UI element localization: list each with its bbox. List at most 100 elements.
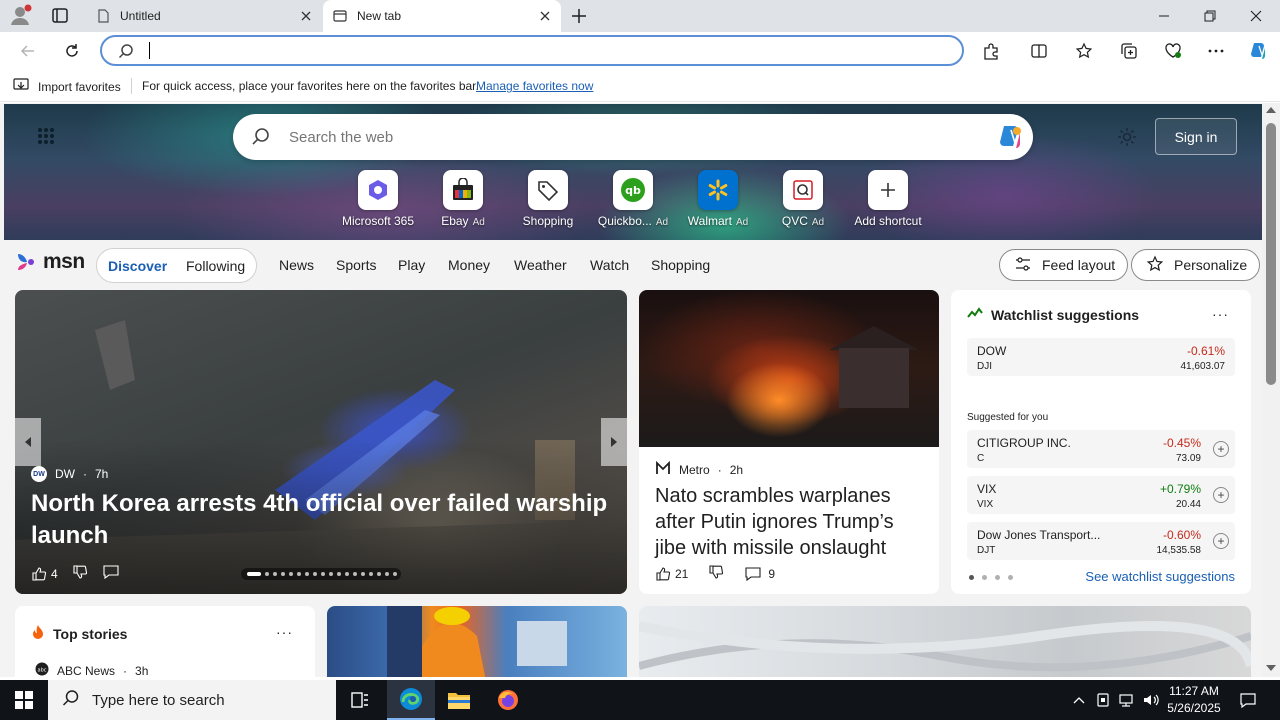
story-card-worker[interactable] — [327, 606, 627, 677]
carousel-dot[interactable] — [361, 572, 365, 576]
shortcut-shopping[interactable]: Shopping — [506, 170, 590, 230]
pager-dot[interactable] — [969, 575, 974, 580]
taskbar-search-box[interactable]: Type here to search — [48, 680, 336, 720]
restore-button[interactable] — [1187, 0, 1233, 32]
carousel-dot[interactable] — [273, 572, 277, 576]
scroll-thumb[interactable] — [1266, 123, 1276, 385]
pager-dot[interactable] — [995, 575, 1000, 580]
carousel-dot[interactable] — [313, 572, 317, 576]
add-to-watchlist-icon[interactable]: + — [1213, 487, 1229, 503]
comment-button[interactable] — [102, 564, 120, 583]
taskbar-edge[interactable] — [387, 680, 435, 720]
profile-icon[interactable] — [8, 4, 34, 28]
pager-dot[interactable] — [982, 575, 987, 580]
dislike-button[interactable] — [72, 564, 88, 583]
add-shortcut-button[interactable]: Add shortcut — [846, 170, 930, 230]
pager-dot[interactable] — [1008, 575, 1013, 580]
address-input[interactable] — [154, 40, 944, 60]
sign-in-button[interactable]: Sign in — [1155, 118, 1237, 155]
dislike-button[interactable] — [708, 564, 724, 583]
carousel-dot[interactable] — [247, 572, 261, 576]
story-headline[interactable]: Nato scrambles warplanes after Putin ign… — [655, 483, 927, 561]
feed-layout-button[interactable]: Feed layout — [999, 249, 1129, 281]
watchlist-row-dow[interactable]: DOW DJI -0.61% 41,603.07 — [967, 338, 1235, 376]
story-card-fabric[interactable] — [639, 606, 1251, 677]
carousel-dot[interactable] — [305, 572, 309, 576]
like-button[interactable]: 4 — [31, 566, 58, 582]
story-headline[interactable]: North Korea arrests 4th official over fa… — [31, 488, 611, 552]
top-stories-more-button[interactable]: ··· — [276, 624, 293, 640]
web-search-box[interactable] — [233, 114, 1033, 160]
carousel-dot[interactable] — [265, 572, 269, 576]
notification-center-button[interactable] — [1230, 680, 1266, 720]
scroll-up-arrow-icon[interactable] — [1266, 107, 1276, 113]
nav-shopping[interactable]: Shopping — [651, 257, 710, 273]
carousel-dot[interactable] — [281, 572, 285, 576]
tab-actions-icon[interactable] — [48, 6, 72, 26]
scroll-down-arrow-icon[interactable] — [1266, 665, 1276, 671]
msn-logo[interactable]: msn — [15, 250, 85, 274]
shortcut-microsoft-365[interactable]: Microsoft 365 — [336, 170, 420, 230]
copilot-icon[interactable] — [1246, 39, 1270, 63]
manage-favorites-link[interactable]: Manage favorites now — [476, 79, 593, 93]
volume-icon[interactable] — [1140, 680, 1162, 720]
news-story-card[interactable]: Metro · 2h Nato scrambles warplanes afte… — [639, 290, 939, 594]
taskbar-clock[interactable]: 11:27 AM 5/26/2025 — [1166, 683, 1222, 717]
carousel-dot[interactable] — [385, 572, 389, 576]
nav-sports[interactable]: Sports — [336, 257, 376, 273]
split-screen-icon[interactable] — [1027, 39, 1051, 63]
nav-weather[interactable]: Weather — [514, 257, 567, 273]
back-button[interactable] — [16, 39, 40, 63]
start-button[interactable] — [0, 680, 48, 720]
carousel-dot[interactable] — [377, 572, 381, 576]
page-scrollbar[interactable] — [1262, 103, 1280, 677]
carousel-dot[interactable] — [353, 572, 357, 576]
close-window-button[interactable] — [1233, 0, 1279, 32]
shortcut-qvc[interactable]: QVC Ad — [761, 170, 845, 230]
carousel-dot[interactable] — [345, 572, 349, 576]
carousel-dot[interactable] — [297, 572, 301, 576]
import-favorites-button[interactable]: Import favorites — [12, 77, 121, 96]
task-view-button[interactable] — [336, 680, 384, 720]
apps-launcher-icon[interactable] — [36, 126, 56, 146]
new-tab-button[interactable] — [568, 5, 590, 27]
carousel-dot[interactable] — [329, 572, 333, 576]
settings-gear-icon[interactable] — [1116, 126, 1138, 148]
watchlist-row-citigroup[interactable]: CITIGROUP INC. C -0.45% 73.09 + — [967, 430, 1235, 468]
copilot-icon[interactable] — [995, 122, 1025, 152]
collections-icon[interactable] — [1117, 39, 1141, 63]
like-button[interactable]: 21 — [655, 566, 688, 582]
tray-device-icon[interactable] — [1092, 680, 1114, 720]
see-watchlist-link[interactable]: See watchlist suggestions — [1085, 569, 1235, 584]
browser-essentials-icon[interactable] — [1161, 39, 1185, 63]
favorites-icon[interactable] — [1072, 39, 1096, 63]
nav-watch[interactable]: Watch — [590, 257, 629, 273]
close-tab-icon[interactable] — [537, 8, 553, 24]
close-tab-icon[interactable] — [298, 8, 314, 24]
add-to-watchlist-icon[interactable]: + — [1213, 533, 1229, 549]
taskbar-firefox[interactable] — [484, 680, 532, 720]
taskbar-file-explorer[interactable] — [435, 680, 483, 720]
watchlist-more-button[interactable]: ··· — [1212, 306, 1229, 322]
personalize-button[interactable]: Personalize — [1131, 249, 1261, 281]
carousel-dot[interactable] — [369, 572, 373, 576]
carousel-dot[interactable] — [321, 572, 325, 576]
minimize-button[interactable] — [1141, 0, 1187, 32]
featured-story-card[interactable]: DW DW · 7h North Korea arrests 4th offic… — [15, 290, 627, 594]
tab-untitled[interactable]: Untitled — [86, 0, 322, 32]
nav-news[interactable]: News — [279, 257, 314, 273]
shortcut-ebay[interactable]: Ebay Ad — [421, 170, 505, 230]
carousel-prev-button[interactable] — [15, 418, 41, 466]
address-bar[interactable] — [100, 35, 964, 66]
show-hidden-icons-button[interactable] — [1068, 680, 1090, 720]
watchlist-row-vix[interactable]: VIX VIX +0.79% 20.44 + — [967, 476, 1235, 514]
web-search-input[interactable] — [289, 127, 949, 147]
tab-new-tab[interactable]: New tab — [323, 0, 561, 32]
comment-button[interactable]: 9 — [744, 566, 775, 582]
network-icon[interactable] — [1116, 680, 1138, 720]
carousel-next-button[interactable] — [601, 418, 627, 466]
carousel-dot[interactable] — [289, 572, 293, 576]
tab-following[interactable]: Following — [186, 258, 245, 274]
watchlist-row-djt[interactable]: Dow Jones Transport... DJT -0.60% 14,535… — [967, 522, 1235, 560]
nav-play[interactable]: Play — [398, 257, 425, 273]
